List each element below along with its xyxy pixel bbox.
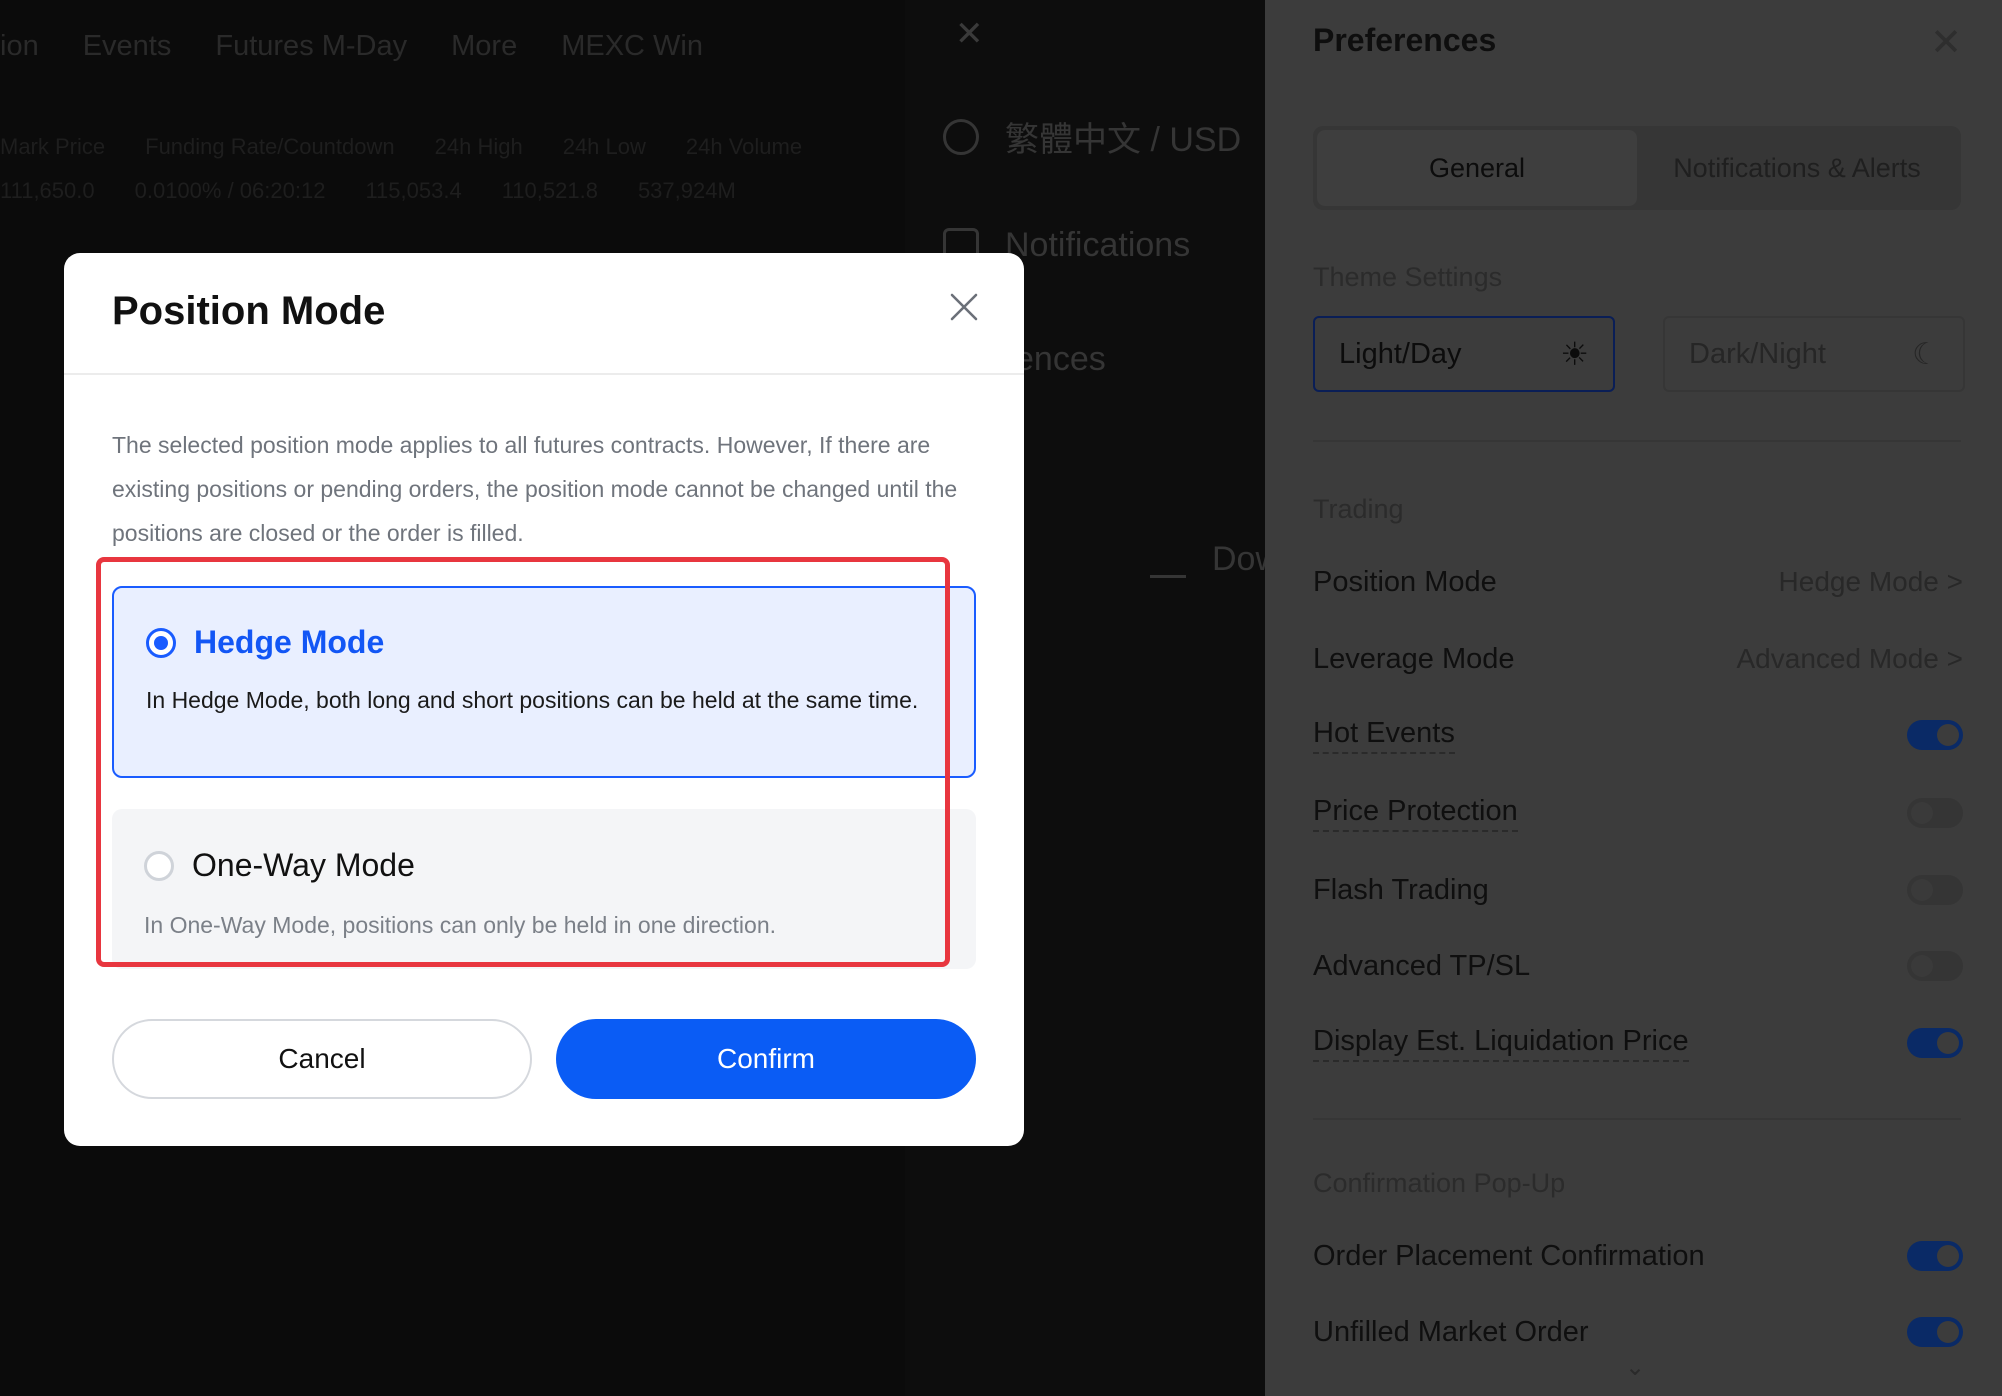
confirmation-popup-label: Confirmation Pop-Up xyxy=(1313,1168,1566,1198)
liquidation-price-toggle[interactable] xyxy=(1907,1028,1963,1058)
bg-nav-item: ion xyxy=(0,30,39,62)
radio-unselected-icon[interactable] xyxy=(144,850,174,881)
close-icon: ✕ xyxy=(955,15,984,53)
bg-stat-value: 110,521.8 xyxy=(501,178,598,203)
background-nav: ion Events Futures M-Day More MEXC Win xyxy=(0,30,703,63)
pref-label: Order Placement Confirmation xyxy=(1313,1239,1705,1272)
preferences-panel: Preferences ✕ General Notifications & Al… xyxy=(1265,0,2002,1396)
one-way-mode-option[interactable]: One-Way Mode In One-Way Mode, positions … xyxy=(112,809,976,969)
unfilled-market-order-toggle[interactable] xyxy=(1907,1317,1963,1347)
bg-stat-label: 24h Low xyxy=(562,134,646,159)
pref-row-position-mode[interactable]: Position Mode Hedge Mode > xyxy=(1313,560,1963,604)
theme-dark-label: Dark/Night xyxy=(1689,337,1826,370)
menu-item-language: 繁體中文 / USD xyxy=(943,112,1241,161)
hot-events-toggle[interactable] xyxy=(1907,720,1963,750)
dialog-header: Position Mode xyxy=(64,253,1024,375)
divider xyxy=(1313,440,1961,442)
bg-stat-value: 537,924M xyxy=(637,178,736,203)
theme-dark-button[interactable]: Dark/Night ☾ xyxy=(1663,316,1965,392)
tab-notifications-alerts[interactable]: Notifications & Alerts xyxy=(1637,130,1957,206)
bg-stat-value: 111,650.0 xyxy=(0,178,95,203)
pref-label: Hot Events xyxy=(1313,717,1455,754)
bg-nav-item: Futures M-Day xyxy=(215,30,408,62)
option-header: Hedge Mode xyxy=(146,624,384,661)
pref-label: Advanced TP/SL xyxy=(1313,949,1531,982)
pref-row-price-protection: Price Protection xyxy=(1313,791,1963,835)
preferences-title: Preferences xyxy=(1313,22,1497,58)
close-icon[interactable] xyxy=(944,287,984,327)
trading-label: Trading xyxy=(1313,494,1404,524)
theme-light-label: Light/Day xyxy=(1339,337,1462,370)
pref-row-advanced-tpsl: Advanced TP/SL xyxy=(1313,944,1963,988)
menu-item-label: Dow xyxy=(1212,540,1265,578)
sun-icon: ☀ xyxy=(1560,336,1589,372)
theme-light-button[interactable]: Light/Day ☀ xyxy=(1313,316,1615,392)
pref-label: Leverage Mode xyxy=(1313,642,1515,675)
bg-nav-item: MEXC Win xyxy=(561,30,704,62)
pref-row-order-confirmation: Order Placement Confirmation xyxy=(1313,1234,1963,1278)
chevron-down-icon[interactable]: ⌄ xyxy=(1625,1353,1645,1382)
option-description: In One-Way Mode, positions can only be h… xyxy=(144,912,777,938)
divider xyxy=(1313,1118,1961,1120)
option-title: Hedge Mode xyxy=(194,624,385,660)
radio-selected-icon[interactable] xyxy=(146,627,176,658)
confirm-button[interactable]: Confirm xyxy=(556,1019,976,1099)
bg-stat-label: Funding Rate/Countdown xyxy=(145,134,395,159)
pref-row-flash-trading: Flash Trading xyxy=(1313,868,1963,912)
dialog-title: Position Mode xyxy=(112,289,386,333)
advanced-tpsl-toggle[interactable] xyxy=(1907,951,1963,981)
moon-icon: ☾ xyxy=(1912,337,1939,371)
bg-stat-label: 24h High xyxy=(434,134,523,159)
theme-settings-label: Theme Settings xyxy=(1313,262,1503,292)
pref-value: Hedge Mode > xyxy=(1778,566,1963,597)
order-confirmation-toggle[interactable] xyxy=(1907,1241,1963,1271)
hedge-mode-option[interactable]: Hedge Mode In Hedge Mode, both long and … xyxy=(112,586,976,778)
background-stats-values: 111,650.0 0.0100% / 06:20:12 115,053.4 1… xyxy=(0,178,736,204)
option-description: In Hedge Mode, both long and short posit… xyxy=(146,687,919,713)
position-mode-dialog: Position Mode The selected position mode… xyxy=(64,253,1024,1146)
download-icon xyxy=(1150,542,1186,578)
close-icon[interactable]: ✕ xyxy=(1930,20,1962,65)
bg-stat-label: Mark Price xyxy=(0,134,106,159)
pref-label: Display Est. Liquidation Price xyxy=(1313,1025,1689,1062)
flash-trading-toggle[interactable] xyxy=(1907,875,1963,905)
preferences-tabs: General Notifications & Alerts xyxy=(1313,126,1961,210)
bg-stat-value: 0.0100% / 06:20:12 xyxy=(134,178,326,203)
bg-stat-label: 24h Volume xyxy=(685,134,803,159)
bg-stat-value: 115,053.4 xyxy=(365,178,462,203)
pref-label: Position Mode xyxy=(1313,565,1497,598)
bg-nav-item: Events xyxy=(82,30,172,62)
pref-label: Unfilled Market Order xyxy=(1313,1315,1589,1348)
menu-item-preferences: ences xyxy=(1015,340,1106,379)
dialog-description: The selected position mode applies to al… xyxy=(112,432,958,546)
pref-value: Advanced Mode > xyxy=(1736,643,1964,674)
pref-label: Flash Trading xyxy=(1313,873,1489,906)
price-protection-toggle[interactable] xyxy=(1907,798,1963,828)
pref-row-liquidation-price: Display Est. Liquidation Price xyxy=(1313,1021,1963,1065)
bg-nav-item: More xyxy=(451,30,518,62)
background-stats-labels: Mark Price Funding Rate/Countdown 24h Hi… xyxy=(0,134,802,160)
pref-row-unfilled-market-order: Unfilled Market Order xyxy=(1313,1310,1963,1354)
pref-row-hot-events: Hot Events xyxy=(1313,713,1963,757)
pref-row-leverage-mode[interactable]: Leverage Mode Advanced Mode > xyxy=(1313,637,1963,681)
globe-icon xyxy=(943,118,979,155)
pref-label: Price Protection xyxy=(1313,795,1518,832)
option-title: One-Way Mode xyxy=(192,847,415,883)
tab-general[interactable]: General xyxy=(1317,130,1637,206)
menu-item-label: ences xyxy=(1015,340,1106,378)
cancel-button[interactable]: Cancel xyxy=(112,1019,532,1099)
menu-item-download: Dow xyxy=(1150,540,1265,579)
menu-item-label: Notifications xyxy=(1005,226,1191,264)
menu-item-label: 繁體中文 / USD xyxy=(1005,121,1242,159)
option-header: One-Way Mode xyxy=(144,847,415,884)
